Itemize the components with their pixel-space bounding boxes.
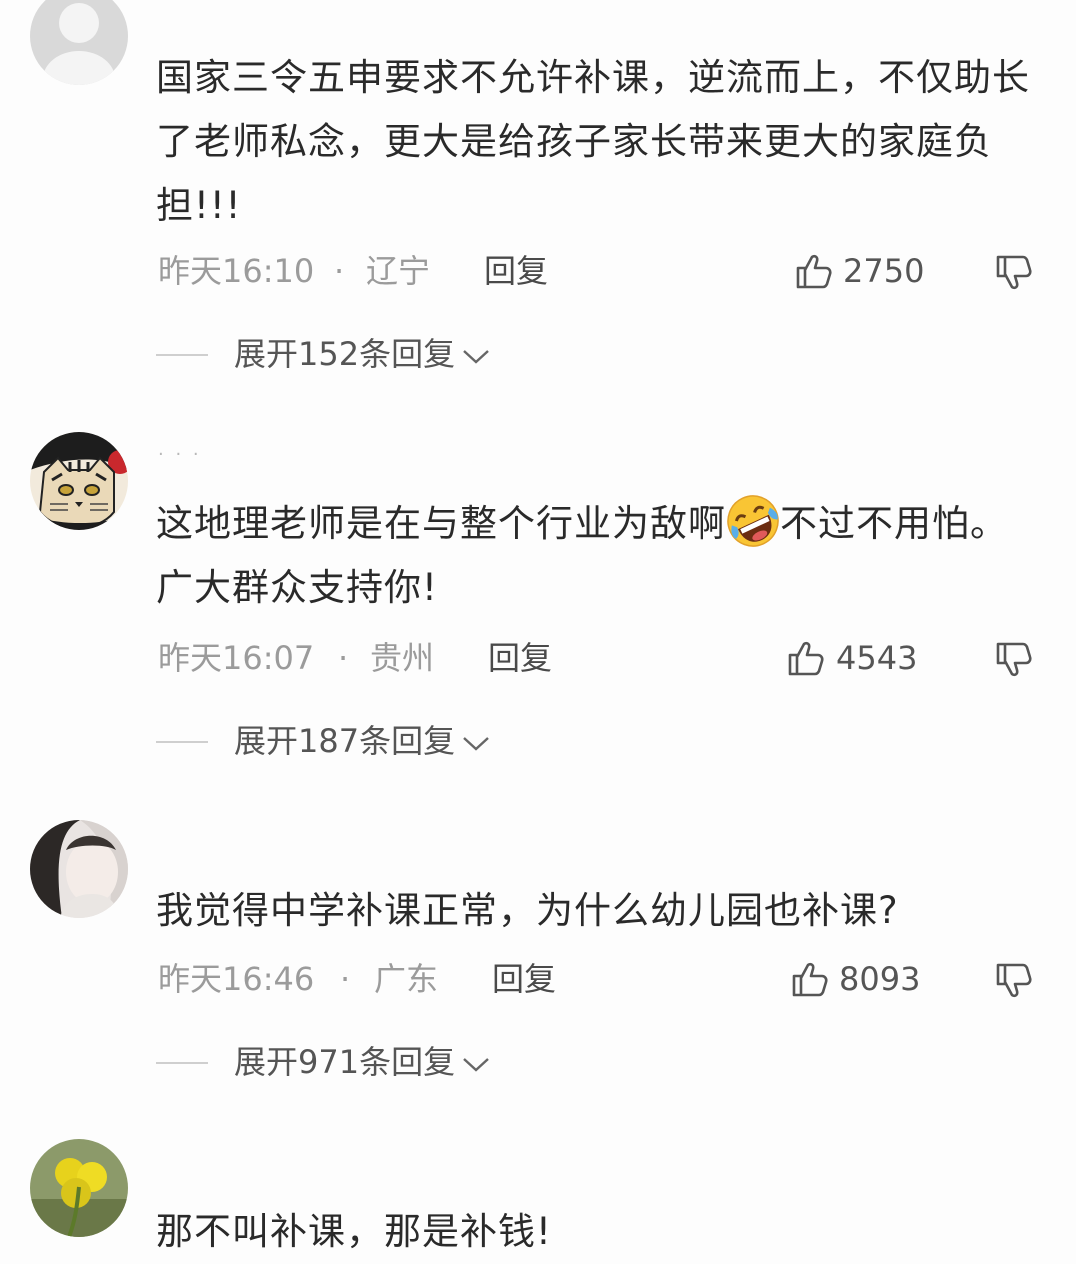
comment-meta: 昨天16:07 · 贵州 回复 4543 bbox=[158, 636, 1038, 680]
thumbs-down-icon[interactable] bbox=[994, 253, 1034, 293]
chevron-down-icon bbox=[463, 1058, 489, 1072]
nickname: · · · bbox=[158, 444, 202, 465]
like-count: 2750 bbox=[843, 252, 925, 290]
comment-text: 我觉得中学补课正常，为什么幼儿园也补课? bbox=[156, 889, 899, 932]
chevron-down-icon bbox=[463, 737, 489, 751]
meta-separator: · bbox=[338, 639, 349, 677]
avatar[interactable] bbox=[30, 432, 128, 530]
meta-separator: · bbox=[334, 252, 345, 290]
thumbs-down-icon[interactable] bbox=[994, 640, 1034, 680]
reply-button[interactable]: 回复 bbox=[484, 249, 548, 293]
avatar[interactable] bbox=[30, 0, 128, 85]
divider-line bbox=[156, 741, 208, 743]
meta-separator: · bbox=[340, 960, 351, 998]
comment-location: 贵州 bbox=[370, 639, 435, 677]
expand-replies-label: 展开187条回复 bbox=[234, 722, 456, 760]
divider-line bbox=[156, 1062, 208, 1064]
comment-location: 广东 bbox=[374, 960, 439, 998]
like-count: 8093 bbox=[839, 960, 921, 998]
comment-time: 昨天16:46 bbox=[158, 960, 315, 998]
thumbs-up-icon[interactable] bbox=[786, 638, 826, 678]
comment-time: 昨天16:07 bbox=[158, 639, 315, 677]
divider-line bbox=[156, 354, 208, 356]
comment-text: 国家三令五申要求不允许补课，逆流而上，不仅助长了老师私念，更大是给孩子家长带来更… bbox=[156, 56, 1030, 227]
comment-time: 昨天16:10 bbox=[158, 252, 315, 290]
rolling-laughing-emoji bbox=[727, 495, 779, 547]
avatar[interactable] bbox=[30, 1139, 128, 1237]
chevron-down-icon bbox=[463, 350, 489, 364]
reply-button[interactable]: 回复 bbox=[492, 957, 556, 1001]
thumbs-down-icon[interactable] bbox=[994, 961, 1034, 1001]
comment-text: 那不叫补课，那是补钱! bbox=[156, 1210, 552, 1253]
expand-replies-label: 展开971条回复 bbox=[234, 1043, 456, 1081]
comment-text-part: 这地理老师是在与整个行业为敌啊 bbox=[156, 502, 726, 545]
thumbs-up-icon[interactable] bbox=[794, 251, 834, 291]
comment-location: 辽宁 bbox=[366, 252, 431, 290]
reply-button[interactable]: 回复 bbox=[488, 636, 552, 680]
comment-meta: 昨天16:46 · 广东 回复 8093 bbox=[158, 957, 1038, 1001]
expand-replies-label: 展开152条回复 bbox=[234, 335, 456, 373]
comment-text: 这地理老师是在与整个行业为敌啊 不过不用怕。广大群众支持你! bbox=[156, 492, 1036, 620]
like-count: 4543 bbox=[836, 639, 918, 677]
thumbs-up-icon[interactable] bbox=[790, 959, 830, 999]
avatar[interactable] bbox=[30, 820, 128, 918]
comment-meta: 昨天16:10 · 辽宁 回复 2750 bbox=[158, 249, 1038, 293]
